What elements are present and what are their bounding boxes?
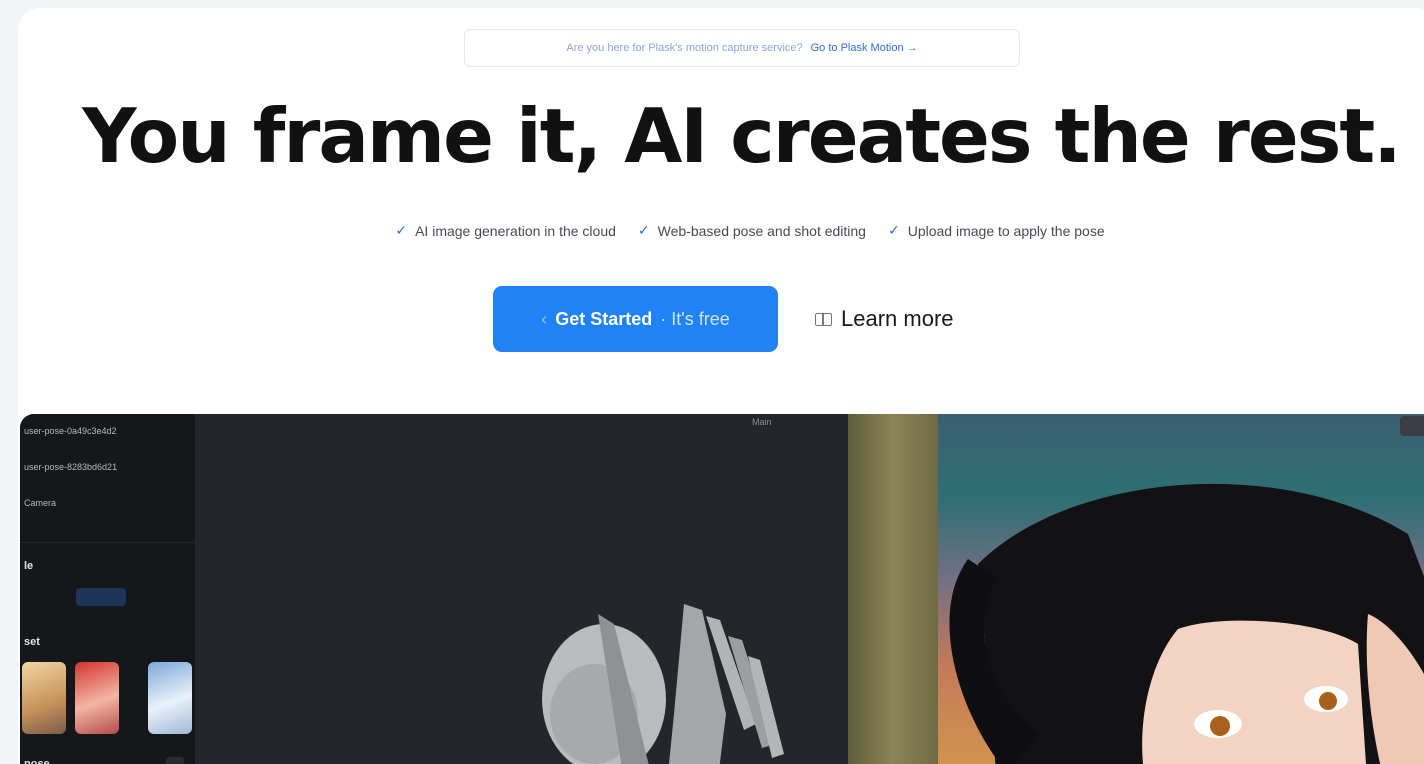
feature-label: Web-based pose and shot editing: [657, 222, 866, 239]
book-icon: [815, 312, 832, 326]
feature-item: ✓ AI image generation in the cloud: [395, 222, 616, 239]
hero-card: Are you here for Plask's motion capture …: [18, 8, 1424, 764]
check-icon: ✓: [395, 222, 408, 238]
feature-label: AI image generation in the cloud: [415, 222, 616, 239]
learn-more-link[interactable]: Learn more: [815, 306, 954, 332]
check-icon: ✓: [887, 222, 900, 238]
page-title: You frame it, AI creates the rest.: [82, 92, 1402, 180]
sidebar-style-heading: le: [24, 560, 34, 572]
preset-thumbnail: [75, 662, 119, 734]
sidebar-divider: [20, 542, 196, 543]
get-started-button[interactable]: ‹ Get Started · It's free: [493, 286, 778, 352]
render-button: C: [1400, 416, 1424, 436]
collapse-icon: [166, 757, 184, 764]
feature-item: ✓ Upload image to apply the pose: [888, 222, 1105, 239]
feature-label: Upload image to apply the pose: [907, 222, 1105, 239]
preset-thumbnail: [22, 662, 66, 734]
get-started-label: Get Started: [555, 308, 653, 329]
pose-mannequin-image: [542, 604, 784, 764]
style-toggle: [76, 588, 126, 606]
sidebar-preset-heading: set: [24, 636, 40, 648]
anime-character-illustration: [949, 483, 1424, 764]
banner-question: Are you here for Plask's motion capture …: [566, 42, 803, 54]
check-icon: ✓: [637, 222, 650, 238]
arrow-icon: ‹: [541, 308, 548, 329]
sidebar-pose-item: user-pose-8283bd6d21: [24, 462, 118, 472]
app-preview: user-pose-0a49c3e4d2 user-pose-8283bd6d2…: [20, 414, 1424, 764]
free-label: · It's free: [660, 308, 730, 329]
preview-sidebar: user-pose-0a49c3e4d2 user-pose-8283bd6d2…: [20, 414, 196, 764]
motion-capture-banner[interactable]: Are you here for Plask's motion capture …: [464, 29, 1020, 67]
feature-item: ✓ Web-based pose and shot editing: [638, 222, 866, 239]
feature-list: ✓ AI image generation in the cloud ✓ Web…: [18, 222, 1424, 239]
learn-more-label: Learn more: [841, 306, 954, 331]
preset-thumbnail: [148, 662, 192, 734]
sidebar-camera-item: Camera: [24, 498, 57, 508]
pose-viewport: Main: [196, 414, 848, 764]
generated-art-image: C: [848, 414, 1424, 764]
banner-link[interactable]: Go to Plask Motion →: [811, 42, 918, 54]
sidebar-pose-heading: pose: [24, 758, 50, 764]
sidebar-pose-item: user-pose-0a49c3e4d2: [24, 426, 117, 436]
